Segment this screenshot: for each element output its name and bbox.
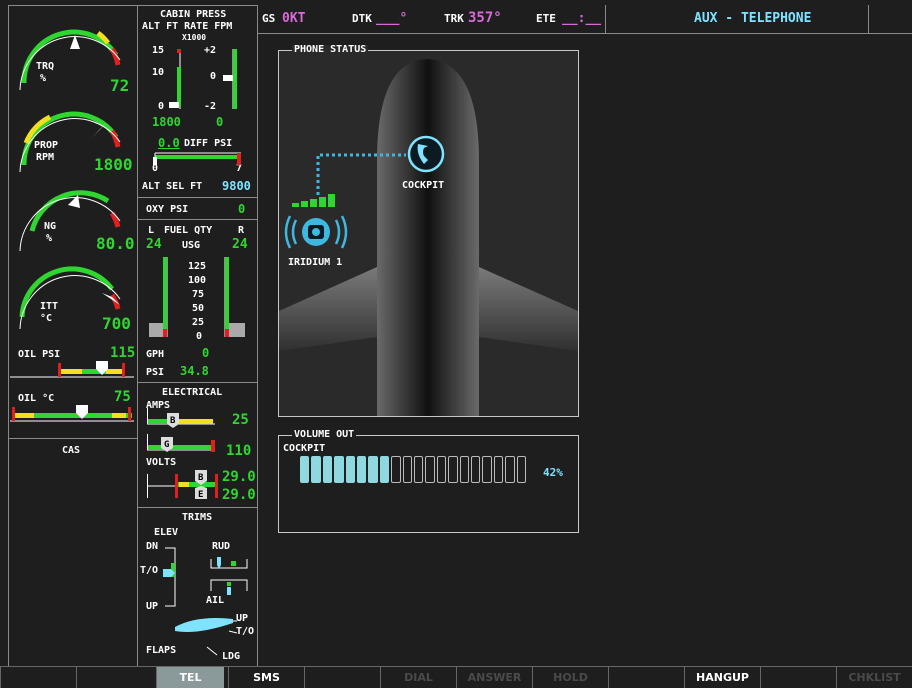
- ete-value: __:__: [562, 11, 602, 26]
- volume-level-bar[interactable]: [300, 456, 528, 483]
- volume-segment: [516, 456, 526, 483]
- trq-dial: [19, 29, 121, 91]
- volume-channel-label: COCKPIT: [283, 443, 326, 454]
- oil-psi-bar: [10, 361, 134, 378]
- softkey-blank-11[interactable]: [760, 667, 836, 688]
- top-bar-divider-right: [868, 5, 869, 33]
- volume-segment: [414, 456, 424, 483]
- gs-label: GS: [262, 12, 276, 25]
- fuel-right-pointer: [229, 323, 245, 337]
- volume-segment: [334, 456, 344, 483]
- ng-unit: %: [46, 233, 53, 244]
- itt-value: 700: [102, 314, 131, 333]
- volume-segment: [436, 456, 447, 483]
- page-title: AUX - TELEPHONE: [694, 11, 812, 26]
- engine-dials-svg: [10, 29, 134, 422]
- volume-segment: [471, 456, 481, 483]
- ng-value: 80.0: [96, 234, 135, 253]
- softkey-blank-5[interactable]: [304, 667, 380, 688]
- gs-value: 0KT: [282, 11, 306, 26]
- trk-label: TRK: [444, 12, 464, 25]
- fuel-gauges-svg: [149, 257, 245, 337]
- prop-unit: RPM: [36, 152, 55, 163]
- connection-line: [316, 153, 406, 195]
- top-bar-divider: [605, 5, 606, 33]
- itt-unit: °C: [40, 313, 53, 324]
- softkey-hangup[interactable]: HANGUP: [684, 667, 760, 688]
- prop-label: PROP: [34, 140, 59, 151]
- oxy-label: OXY PSI: [146, 204, 189, 215]
- softkey-blank-2[interactable]: [76, 667, 152, 688]
- iridium-satellite-icon: [284, 215, 348, 249]
- phone-connection-svg: [284, 135, 445, 249]
- iridium-label: IRIDIUM 1: [288, 257, 343, 268]
- cockpit-phone-label: COCKPIT: [402, 180, 445, 191]
- trq-label: TRQ: [36, 61, 55, 72]
- softkey-dial[interactable]: DIAL: [380, 667, 456, 688]
- oil-psi-value: 115: [110, 345, 136, 361]
- ete-label: ETE: [536, 12, 556, 25]
- volume-out-title: VOLUME OUT: [292, 429, 357, 440]
- dtk-label: DTK: [352, 12, 372, 25]
- volume-segment: [345, 456, 355, 483]
- volume-segment: [300, 456, 310, 483]
- itt-label: ITT: [40, 301, 59, 312]
- trq-value: 72: [110, 76, 130, 95]
- oil-temp-value: 75: [114, 389, 131, 405]
- volume-segment: [357, 456, 367, 483]
- electrical-gauges-svg: B G B E: [147, 408, 218, 500]
- ail-trim-pointer: [227, 587, 231, 595]
- cas-panel: [8, 438, 138, 667]
- volume-segment: [368, 456, 378, 483]
- cas-label: CAS: [62, 445, 81, 456]
- rud-trim-pointer: [217, 557, 221, 569]
- volume-segment: [448, 456, 458, 483]
- volume-segment: [459, 456, 469, 483]
- trk-value: 357°: [468, 10, 502, 26]
- flaps-indicator: [175, 618, 233, 632]
- cockpit-phone-icon: [407, 135, 445, 173]
- trims-svg: [163, 547, 248, 656]
- volume-segment: [505, 456, 515, 483]
- volts-e-marker: E: [198, 490, 203, 500]
- softkey-chklist[interactable]: CHKLIST: [836, 667, 912, 688]
- oxy-value: 0: [238, 202, 246, 216]
- volume-segment: [402, 456, 412, 483]
- trq-unit: %: [40, 73, 47, 84]
- fuel-left-pointer: [149, 323, 163, 337]
- softkey-blank-9[interactable]: [608, 667, 684, 688]
- amps-b-marker: B: [170, 416, 176, 426]
- volume-segment: [482, 456, 492, 483]
- rud-trim-scale: [210, 559, 248, 569]
- volts-b-marker: B: [198, 473, 204, 483]
- dtk-value: ___°: [376, 11, 408, 26]
- cabin-press-gauges-svg: [153, 49, 241, 165]
- volume-segment: [322, 456, 333, 483]
- softkey-hold[interactable]: HOLD: [532, 667, 608, 688]
- diff-psi-pointer: [153, 157, 157, 165]
- ng-label: NG: [44, 221, 57, 232]
- signal-strength-icon: [292, 194, 335, 207]
- oil-temp-label: OIL °C: [18, 393, 55, 404]
- volume-segment: [493, 456, 504, 483]
- volume-segment: [425, 456, 435, 483]
- volume-segment: [311, 456, 321, 483]
- cabin-alt-pointer: [169, 102, 179, 108]
- softkey-blank-1[interactable]: [0, 667, 76, 688]
- ng-pointer: [68, 195, 80, 208]
- prop-value: 1800: [94, 155, 133, 174]
- volume-segment: [391, 456, 401, 483]
- volume-segment: [379, 456, 390, 483]
- oil-temp-bar: [10, 405, 134, 422]
- softkey-sms[interactable]: SMS: [228, 667, 304, 688]
- volume-percent: 42%: [543, 466, 563, 479]
- softkey-tel[interactable]: TEL: [156, 667, 224, 688]
- cabin-rate-pointer: [223, 75, 233, 81]
- amps-g-marker: G: [164, 440, 169, 450]
- oil-psi-label: OIL PSI: [18, 349, 61, 360]
- softkey-answer[interactable]: ANSWER: [456, 667, 532, 688]
